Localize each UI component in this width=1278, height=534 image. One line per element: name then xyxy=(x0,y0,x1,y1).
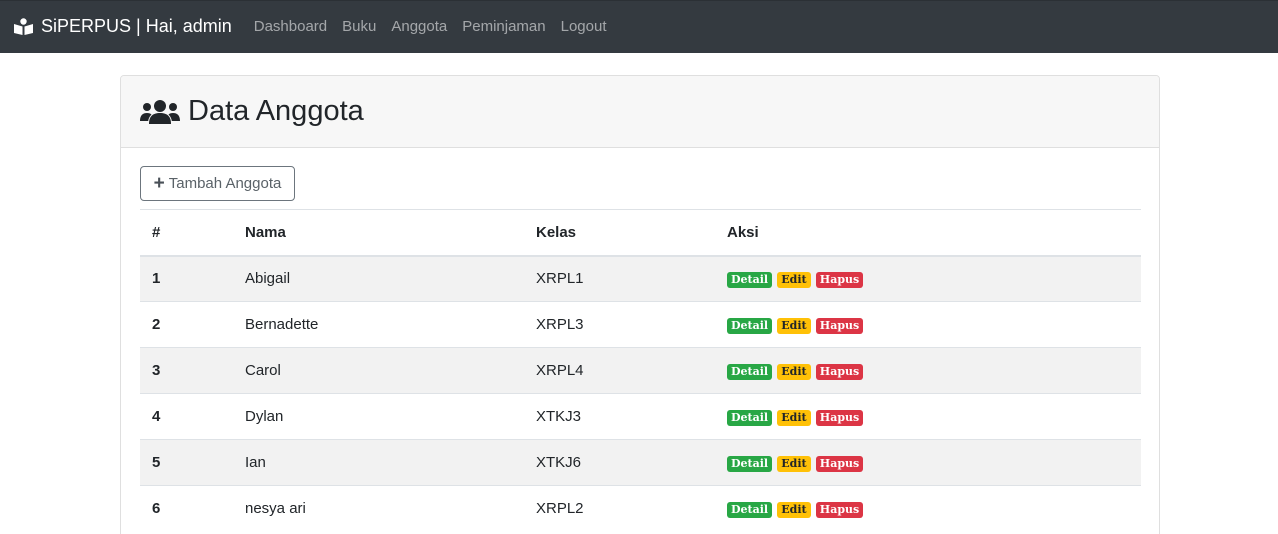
table-row: 2 Bernadette XRPL3 Detail Edit Hapus xyxy=(140,301,1141,348)
row-nama: nesya ari xyxy=(245,485,536,532)
row-nama: Dylan xyxy=(245,393,536,440)
delete-button[interactable]: Hapus xyxy=(815,317,864,334)
table-row: 4 Dylan XTKJ3 Detail Edit Hapus xyxy=(140,393,1141,440)
nav-link-dashboard[interactable]: Dashboard xyxy=(254,18,327,35)
edit-button[interactable]: Edit xyxy=(777,455,811,472)
add-member-button[interactable]: + Tambah Anggota xyxy=(140,166,295,201)
navbar-brand[interactable]: SiPERPUS | Hai, admin xyxy=(14,16,232,37)
delete-button[interactable]: Hapus xyxy=(815,455,864,472)
table-header-row: # Nama Kelas Aksi xyxy=(140,209,1141,257)
row-kelas: XTKJ6 xyxy=(536,439,727,486)
row-actions: Detail Edit Hapus xyxy=(727,255,1141,302)
row-number: 1 xyxy=(140,255,245,302)
row-kelas: XTKJ3 xyxy=(536,393,727,440)
edit-button[interactable]: Edit xyxy=(777,317,811,334)
nav-link-peminjaman[interactable]: Peminjaman xyxy=(462,18,545,35)
row-actions: Detail Edit Hapus xyxy=(727,347,1141,394)
nav-link-anggota[interactable]: Anggota xyxy=(391,18,447,35)
row-number: 6 xyxy=(140,485,245,532)
row-kelas: XRPL1 xyxy=(536,255,727,302)
row-nama: Bernadette xyxy=(245,301,536,348)
edit-button[interactable]: Edit xyxy=(777,409,811,426)
top-navbar: SiPERPUS | Hai, admin Dashboard Buku Ang… xyxy=(0,0,1278,53)
row-actions: Detail Edit Hapus xyxy=(727,439,1141,486)
table-row: 6 nesya ari XRPL2 Detail Edit Hapus xyxy=(140,485,1141,532)
row-actions: Detail Edit Hapus xyxy=(727,301,1141,348)
row-nama: Abigail xyxy=(245,255,536,302)
delete-button[interactable]: Hapus xyxy=(815,271,864,288)
row-nama: Ian xyxy=(245,439,536,486)
users-icon xyxy=(140,99,180,124)
row-actions: Detail Edit Hapus xyxy=(727,485,1141,532)
header-kelas: Kelas xyxy=(536,209,727,257)
navbar-top-border xyxy=(0,0,1278,1)
row-number: 4 xyxy=(140,393,245,440)
plus-icon: + xyxy=(153,173,165,194)
anggota-card: Data Anggota + Tambah Anggota # Nama Kel… xyxy=(120,75,1160,534)
members-table: # Nama Kelas Aksi 1 Abigail XRPL1 Detail… xyxy=(140,209,1141,532)
row-kelas: XRPL4 xyxy=(536,347,727,394)
book-reader-icon xyxy=(14,18,33,35)
add-member-label: Tambah Anggota xyxy=(168,175,282,192)
row-actions: Detail Edit Hapus xyxy=(727,393,1141,440)
row-nama: Carol xyxy=(245,347,536,394)
brand-text: SiPERPUS | Hai, admin xyxy=(41,16,232,36)
card-header: Data Anggota xyxy=(121,76,1159,148)
row-kelas: XRPL2 xyxy=(536,485,727,532)
delete-button[interactable]: Hapus xyxy=(815,363,864,380)
page-title: Data Anggota xyxy=(188,95,364,127)
row-number: 5 xyxy=(140,439,245,486)
edit-button[interactable]: Edit xyxy=(777,271,811,288)
detail-button[interactable]: Detail xyxy=(727,271,773,288)
edit-button[interactable]: Edit xyxy=(777,501,811,518)
delete-button[interactable]: Hapus xyxy=(815,501,864,518)
delete-button[interactable]: Hapus xyxy=(815,409,864,426)
header-nama: Nama xyxy=(245,209,536,257)
detail-button[interactable]: Detail xyxy=(727,363,773,380)
row-number: 3 xyxy=(140,347,245,394)
edit-button[interactable]: Edit xyxy=(777,363,811,380)
detail-button[interactable]: Detail xyxy=(727,455,773,472)
header-number: # xyxy=(140,209,245,257)
table-row: 1 Abigail XRPL1 Detail Edit Hapus xyxy=(140,255,1141,302)
row-number: 2 xyxy=(140,301,245,348)
nav-link-buku[interactable]: Buku xyxy=(342,18,376,35)
detail-button[interactable]: Detail xyxy=(727,317,773,334)
table-row: 5 Ian XTKJ6 Detail Edit Hapus xyxy=(140,439,1141,486)
table-row: 3 Carol XRPL4 Detail Edit Hapus xyxy=(140,347,1141,394)
nav-link-logout[interactable]: Logout xyxy=(561,18,607,35)
row-kelas: XRPL3 xyxy=(536,301,727,348)
detail-button[interactable]: Detail xyxy=(727,501,773,518)
detail-button[interactable]: Detail xyxy=(727,409,773,426)
header-aksi: Aksi xyxy=(727,209,1141,257)
